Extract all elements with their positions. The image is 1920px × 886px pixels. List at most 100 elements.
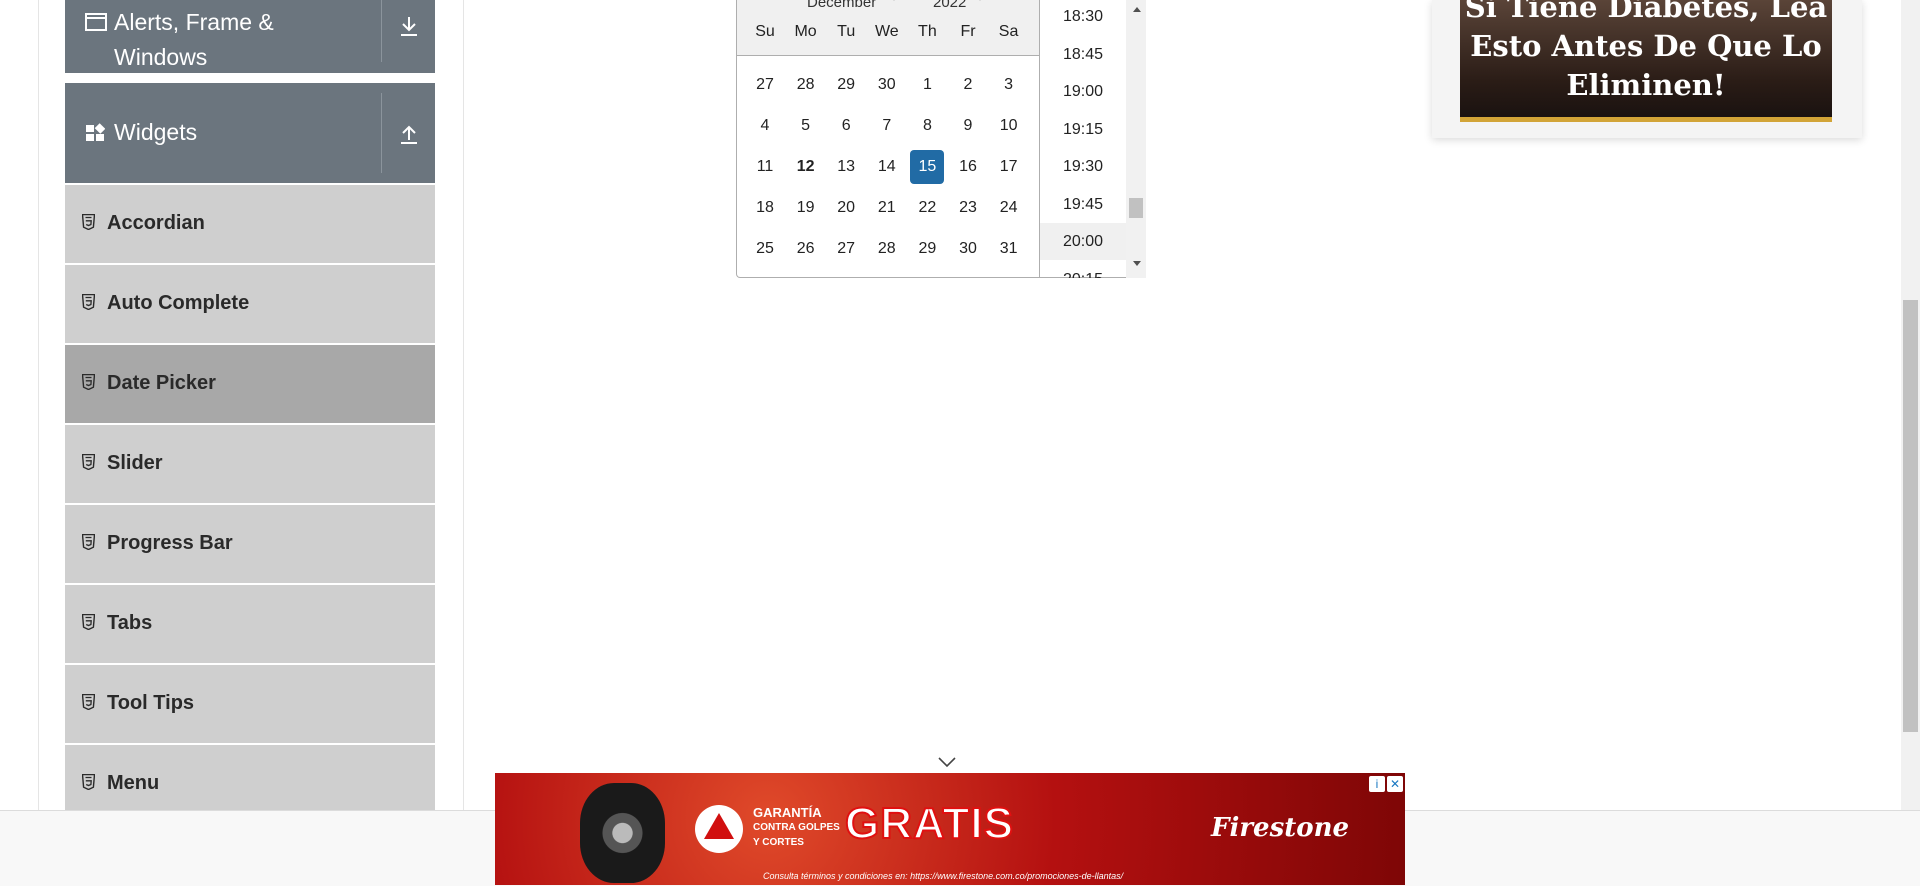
sidebar-item-date-picker[interactable]: Date Picker <box>65 345 435 423</box>
widgets-grid-icon <box>85 123 106 148</box>
time-option[interactable]: 20:00 <box>1040 223 1126 260</box>
calendar-day[interactable]: 24 <box>992 191 1026 225</box>
calendar-header: December 2022 Su Mo Tu We Th Fr Sa <box>737 0 1039 56</box>
sidebar-border-right <box>463 0 464 810</box>
day-name: Fr <box>960 23 976 40</box>
calendar-day[interactable]: 19 <box>789 191 823 225</box>
sidebar-item-label: Auto Complete <box>107 292 250 314</box>
time-option[interactable]: 19:15 <box>1040 111 1126 148</box>
calendar-day[interactable]: 26 <box>789 232 823 266</box>
calendar-day[interactable]: 23 <box>951 191 985 225</box>
time-option[interactable]: 19:00 <box>1040 73 1126 110</box>
ad-line-2: Esto Antes De Que Lo <box>1470 29 1822 63</box>
calendar-day[interactable]: 21 <box>870 191 904 225</box>
sidebar-item-slider[interactable]: Slider <box>65 425 435 503</box>
calendar-day[interactable]: 20 <box>829 191 863 225</box>
calendar-day[interactable]: 7 <box>870 109 904 143</box>
calendar-day[interactable]: 18 <box>748 191 782 225</box>
calendar-day[interactable]: 13 <box>829 150 863 184</box>
calendar-day[interactable]: 6 <box>829 109 863 143</box>
calendar-day[interactable]: 15 <box>910 150 945 184</box>
sidebar-item-auto-complete[interactable]: Auto Complete <box>65 265 435 343</box>
download-arrow-icon[interactable] <box>395 12 423 40</box>
time-list: 18:3018:4519:0019:1519:3019:4520:0020:15 <box>1039 0 1146 278</box>
time-option[interactable]: 20:15 <box>1040 261 1126 279</box>
calendar-day[interactable]: 12 <box>789 150 823 184</box>
year-dropdown-icon[interactable] <box>971 0 989 1</box>
sidebar-item-label: Date Picker <box>107 372 216 394</box>
warning-icon <box>704 813 734 839</box>
sidebar-item-label: Tool Tips <box>107 692 195 714</box>
time-scrollbar[interactable] <box>1126 0 1146 278</box>
year-select[interactable]: 2022 <box>933 0 966 11</box>
ad-disclaimer: Consulta términos y condiciones en: http… <box>763 871 1124 881</box>
calendar-day[interactable]: 25 <box>748 232 782 266</box>
upload-arrow-icon[interactable] <box>395 119 423 147</box>
ad-banner-bottom[interactable]: GARANTÍA CONTRA GOLPES Y CORTES GRATIS F… <box>495 773 1405 885</box>
calendar-day[interactable]: 29 <box>829 68 863 102</box>
ad-line-1: Si Tiene Diabetes, Lea <box>1464 0 1828 24</box>
month-select[interactable]: December <box>807 0 876 11</box>
calendar-day[interactable]: 22 <box>910 191 944 225</box>
sidebar-item-tabs[interactable]: Tabs <box>65 585 435 663</box>
html5-icon <box>82 614 95 630</box>
calendar-day[interactable]: 28 <box>870 232 904 266</box>
sidebar-item-accordian[interactable]: Accordian <box>65 185 435 263</box>
time-option[interactable]: 19:30 <box>1040 148 1126 185</box>
calendar-day[interactable]: 8 <box>910 109 944 143</box>
date-picker-popup: December 2022 Su Mo Tu We Th Fr Sa 27 28 29 30 1 2 3… <box>736 0 1146 278</box>
group-label-line1: Alerts, Frame & <box>114 9 274 35</box>
calendar-day[interactable]: 31 <box>992 232 1026 266</box>
calendar-day[interactable]: 27 <box>748 68 782 102</box>
ad-image[interactable]: Si Tiene Diabetes, Lea Esto Antes De Que… <box>1460 0 1832 122</box>
ad-banner-top[interactable]: Si Tiene Diabetes, Lea Esto Antes De Que… <box>1432 0 1862 138</box>
ad-brand-logo: Firestone <box>1211 813 1350 843</box>
calendar-day[interactable]: 4 <box>748 109 782 143</box>
calendar-day[interactable]: 16 <box>951 150 985 184</box>
calendar-day[interactable]: 9 <box>951 109 985 143</box>
day-name: Mo <box>794 23 817 40</box>
ad-info-icon[interactable]: i <box>1369 776 1385 792</box>
ad-headline[interactable]: Si Tiene Diabetes, Lea Esto Antes De Que… <box>1460 0 1832 105</box>
month-dropdown-icon[interactable] <box>885 0 903 1</box>
day-name: Su <box>755 23 775 40</box>
divider <box>381 0 382 62</box>
calendar-day[interactable]: 5 <box>789 109 823 143</box>
divider <box>381 93 382 173</box>
ad-gratis: GRATIS <box>844 798 1014 849</box>
page-scrollbar-thumb[interactable] <box>1903 300 1918 732</box>
calendar-day[interactable]: 27 <box>829 232 863 266</box>
cortes-text: Y CORTES <box>753 837 804 848</box>
calendar-day[interactable]: 11 <box>748 150 782 184</box>
calendar-day[interactable]: 2 <box>951 68 985 102</box>
calendar-day[interactable]: 28 <box>789 68 823 102</box>
time-option[interactable]: 18:45 <box>1040 36 1126 73</box>
calendar-day[interactable]: 3 <box>992 68 1026 102</box>
calendar-day[interactable]: 30 <box>870 68 904 102</box>
sidebar-item-label: Accordian <box>107 212 205 234</box>
html5-icon <box>82 534 95 550</box>
calendar-day[interactable]: 17 <box>992 150 1026 184</box>
day-name: We <box>874 23 899 40</box>
collapse-ad-chevron-icon[interactable] <box>937 755 957 769</box>
day-name: Th <box>918 23 937 40</box>
calendar-day[interactable]: 1 <box>910 68 944 102</box>
time-option[interactable]: 18:30 <box>1040 0 1126 35</box>
time-scrollbar-thumb[interactable] <box>1129 198 1143 218</box>
sidebar-item-tool-tips[interactable]: Tool Tips <box>65 665 435 743</box>
scroll-down-icon[interactable] <box>1132 260 1142 268</box>
calendar-day[interactable]: 30 <box>951 232 985 266</box>
scroll-up-icon[interactable] <box>1132 5 1142 13</box>
calendar-day[interactable]: 29 <box>910 232 944 266</box>
calendar-day[interactable]: 10 <box>992 109 1026 143</box>
tire-image <box>580 783 665 883</box>
ad-close-icon[interactable]: ✕ <box>1387 776 1403 792</box>
sidebar-item-label: Slider <box>107 452 163 474</box>
sidebar-item-label: Menu <box>107 772 160 794</box>
time-option[interactable]: 19:45 <box>1040 186 1126 223</box>
sidebar-item-progress-bar[interactable]: Progress Bar <box>65 505 435 583</box>
group-alerts-frame-windows[interactable]: Alerts, Frame & Windows <box>65 0 435 73</box>
group-widgets[interactable]: Widgets <box>65 83 435 183</box>
group-label: Widgets <box>114 119 198 145</box>
calendar-day[interactable]: 14 <box>870 150 904 184</box>
